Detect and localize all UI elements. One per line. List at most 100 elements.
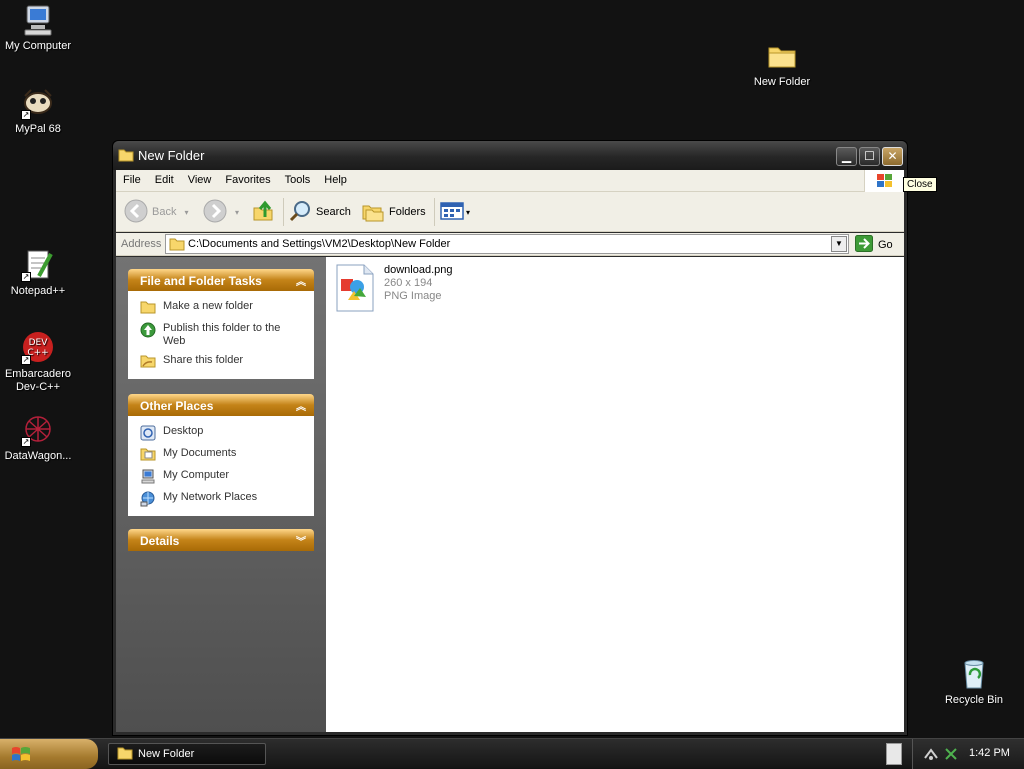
computer-icon [21,3,55,37]
go-label: Go [878,239,893,251]
menu-favorites[interactable]: Favorites [218,170,277,186]
close-button[interactable]: ✕ [882,147,903,166]
standard-toolbar: Back ▾ ▾ Search Folders ▾ [116,192,904,232]
task-publish-folder[interactable]: Publish this folder to the Web [128,319,314,351]
folder-icon [117,746,133,763]
share-folder-icon [140,354,158,370]
shortcut-arrow-icon: ↗ [21,355,31,365]
forward-button[interactable]: ▾ [203,199,240,226]
task-label: Publish this folder to the Web [163,322,281,347]
address-input[interactable]: C:\Documents and Settings\VM2\Desktop\Ne… [165,234,849,254]
search-button[interactable]: Search [288,200,351,224]
address-dropdown-button[interactable]: ▼ [831,236,847,252]
desktop-icon-label: DataWagon... [4,450,72,462]
back-dropdown-icon: ▾ [184,207,189,217]
address-value: C:\Documents and Settings\VM2\Desktop\Ne… [188,238,451,250]
forward-dropdown-icon: ▾ [235,207,240,217]
folder-icon [765,39,799,73]
address-bar: Address C:\Documents and Settings\VM2\De… [116,233,904,256]
explorer-window: New Folder ▁ ☐ ✕ File Edit View Favorites To… [112,140,908,736]
desktop-icon [140,425,158,441]
desktop-icon-label: Embarcadero Dev-C++ [4,368,72,393]
task-share-folder[interactable]: Share this folder [128,351,314,373]
windows-logo-icon [864,170,904,192]
toolbar-separator [434,198,435,226]
desktop-icon-new-folder[interactable]: New Folder [744,39,820,89]
minimize-button[interactable]: ▁ [836,147,857,166]
views-button[interactable]: ▾ [440,200,470,224]
minimize-icon: ▁ [841,149,852,163]
computer-icon [140,469,158,485]
up-folder-icon [251,199,275,226]
menu-bar: File Edit View Favorites Tools Help [116,170,904,192]
up-folder-button[interactable] [251,200,275,224]
desktop-icon-label: Recycle Bin [944,694,1004,706]
panel-body: Desktop My Documents My Computer My Netw… [128,416,314,516]
task-label: Share this folder [163,354,244,366]
forward-arrow-icon [203,199,227,226]
network-icon [140,491,158,507]
desktop-icon-my-computer[interactable]: My Computer [0,3,76,53]
security-tray-icon[interactable] [943,746,959,765]
shortcut-arrow-icon: ↗ [21,437,31,447]
desktop-icon-mypal[interactable]: ↗ MyPal 68 [0,86,76,136]
toolbar-separator [283,198,284,226]
network-tray-icon[interactable] [923,746,939,765]
file-type: PNG Image [384,290,442,302]
desktop-icon-label: MyPal 68 [15,123,61,135]
menu-tools[interactable]: Tools [278,170,318,186]
menu-file[interactable]: File [116,170,148,186]
notepadpp-icon: ↗ [21,248,55,282]
menu-view[interactable]: View [181,170,219,186]
expand-chevron-icon[interactable]: ︾ [296,533,306,548]
place-my-documents[interactable]: My Documents [128,444,314,466]
panel-header[interactable]: File and Folder Tasks ︽ [128,269,314,291]
back-button[interactable]: Back ▾ [124,199,189,226]
desktop-icon-devcpp[interactable]: DEV C++ ↗ Embarcadero Dev-C++ [0,331,76,394]
file-name: download.png [384,264,453,276]
keyboard-language-icon[interactable] [886,743,902,765]
task-pane: File and Folder Tasks ︽ Make a new folde… [116,257,326,732]
clock: 1:42 PM [969,747,1010,759]
svg-text:DEV: DEV [29,338,49,348]
file-item-text: download.png 260 x 194 PNG Image [384,264,453,315]
folders-button[interactable]: Folders [361,200,426,224]
desktop-icon-recycle-bin[interactable]: Recycle Bin [936,657,1012,707]
close-tooltip: Close [903,177,937,192]
panel-header[interactable]: Other Places ︽ [128,394,314,416]
place-label: My Network Places [163,491,258,503]
task-make-new-folder[interactable]: Make a new folder [128,297,314,319]
panel-header[interactable]: Details ︾ [128,529,314,551]
desktop-icon-datawagon[interactable]: ↗ DataWagon... [0,413,76,463]
shortcut-arrow-icon: ↗ [21,272,31,282]
desktop-icon-notepadpp[interactable]: ↗ Notepad++ [0,248,76,298]
file-list-view[interactable]: download.png 260 x 194 PNG Image [326,257,904,732]
details-panel: Details ︾ [128,529,314,551]
taskbar-button-label: New Folder [138,748,195,760]
search-label: Search [316,206,351,218]
address-label: Address [121,238,162,250]
panel-body: Make a new folder Publish this folder to… [128,291,314,379]
other-places-panel: Other Places ︽ Desktop My Documents My C… [128,394,314,516]
close-icon: ✕ [887,149,898,163]
shortcut-arrow-icon: ↗ [21,110,31,120]
place-desktop[interactable]: Desktop [128,422,314,444]
collapse-chevron-icon[interactable]: ︽ [296,273,306,288]
back-arrow-icon [124,199,148,226]
chevron-down-icon: ▼ [835,239,843,248]
menu-edit[interactable]: Edit [148,170,181,186]
place-my-network-places[interactable]: My Network Places [128,488,314,510]
title-bar[interactable]: New Folder ▁ ☐ ✕ [113,141,907,170]
maximize-button[interactable]: ☐ [859,147,880,166]
desktop-icon-label: My Computer [4,40,72,52]
taskbar-button-new-folder[interactable]: New Folder [108,743,266,765]
collapse-chevron-icon[interactable]: ︽ [296,398,306,413]
file-item[interactable]: download.png 260 x 194 PNG Image [336,264,453,315]
panel-title: Details [140,534,180,548]
file-dimensions: 260 x 194 [384,277,433,289]
menu-help[interactable]: Help [317,170,354,186]
mypal-browser-icon: ↗ [21,86,55,120]
go-button[interactable]: Go [855,235,893,255]
start-button[interactable] [0,739,98,769]
place-my-computer[interactable]: My Computer [128,466,314,488]
